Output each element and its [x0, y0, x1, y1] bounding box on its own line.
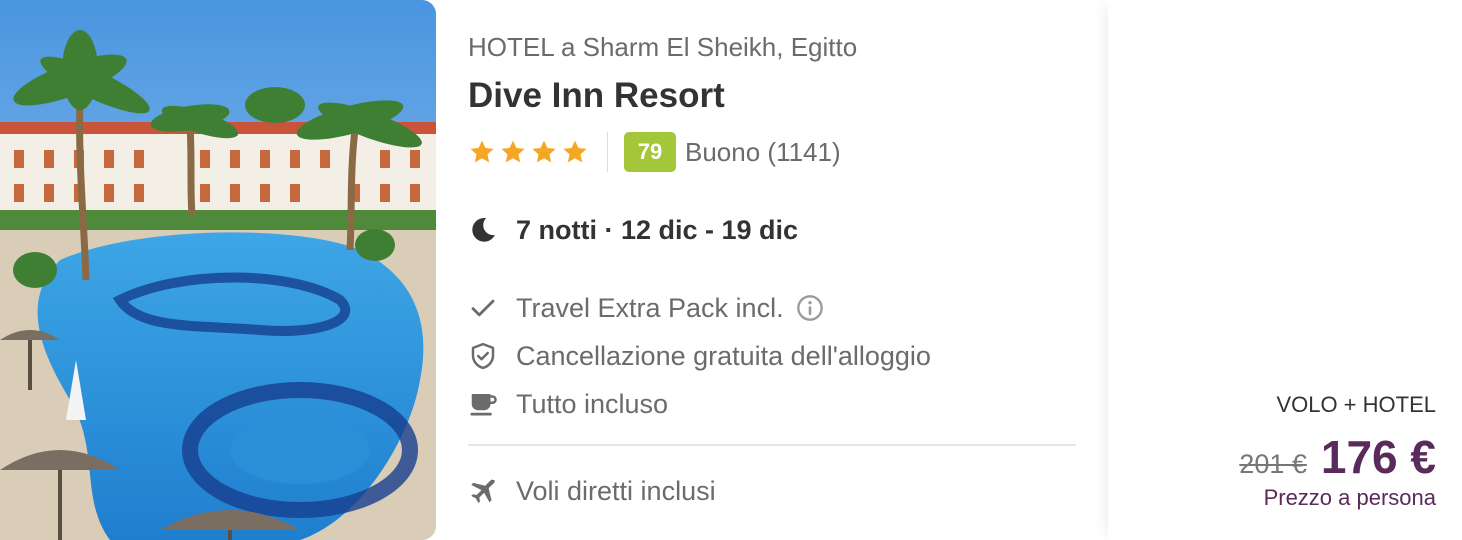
package-type: VOLO + HOTEL — [1276, 392, 1436, 417]
moon-icon — [472, 217, 495, 242]
price-line: 201 € 176 € — [1239, 430, 1436, 484]
price-panel[interactable]: VOLO + HOTEL 201 € 176 € Prezzo a person… — [1108, 0, 1462, 540]
hotel-info: HOTEL a Sharm El Sheikh, Egitto Dive Inn… — [468, 0, 1078, 540]
star-icon — [532, 140, 556, 163]
feature-all-inclusive: Tutto incluso — [468, 387, 668, 421]
rating-divider — [607, 132, 608, 172]
feature-label: Voli diretti inclusi — [516, 475, 716, 506]
feature-direct-flights: Voli diretti inclusi — [468, 474, 716, 508]
feature-label: Tutto incluso — [516, 388, 669, 419]
feature-label: Travel Extra Pack incl. — [516, 292, 784, 323]
feature-label: Cancellazione gratuita dell'alloggio — [516, 340, 931, 371]
hotel-result-card[interactable]: HOTEL a Sharm El Sheikh, Egitto Dive Inn… — [0, 0, 1462, 540]
star-icon — [563, 140, 587, 163]
rating-row: 79 Buono (1141) — [468, 132, 841, 172]
stay-dates: 7 notti · 12 dic - 19 dic — [468, 212, 798, 248]
hotel-stars — [468, 138, 589, 166]
current-price[interactable]: 176 € — [1321, 430, 1436, 484]
check-icon — [471, 299, 495, 317]
feature-travel-extra-pack: Travel Extra Pack incl. — [468, 291, 824, 325]
hotel-photo[interactable] — [0, 0, 436, 540]
shield-check-icon — [471, 342, 495, 370]
star-icon — [470, 140, 494, 163]
review-summary[interactable]: Buono (1141) — [685, 137, 841, 168]
divider — [468, 444, 1076, 446]
old-price: 201 € — [1239, 449, 1307, 479]
hotel-name[interactable]: Dive Inn Resort — [468, 76, 725, 116]
star-icon — [501, 140, 525, 163]
coffee-cup-icon — [470, 394, 497, 416]
price-per-person-label: Prezzo a persona — [1263, 485, 1436, 510]
feature-free-cancellation: Cancellazione gratuita dell'alloggio — [468, 339, 931, 373]
hotel-location: HOTEL a Sharm El Sheikh, Egitto — [468, 32, 858, 62]
stay-dates-label: 7 notti · 12 dic - 19 dic — [516, 214, 799, 245]
review-score-badge: 79 — [624, 132, 676, 172]
airplane-icon — [471, 479, 495, 503]
info-icon[interactable] — [796, 294, 824, 322]
